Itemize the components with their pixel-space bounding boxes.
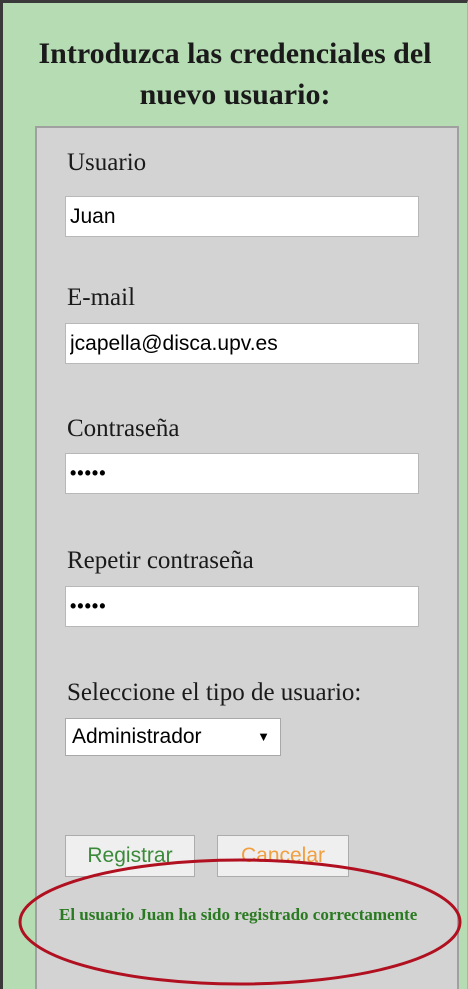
username-input[interactable]	[65, 196, 419, 237]
password-input[interactable]	[65, 453, 419, 494]
register-button[interactable]: Registrar	[65, 835, 195, 877]
registration-form: Usuario E-mail Contraseña Repetir contra…	[35, 126, 459, 989]
password-repeat-label: Repetir contraseña	[67, 547, 254, 574]
password-label: Contraseña	[67, 415, 180, 442]
cancel-button[interactable]: Cancelar	[217, 835, 349, 877]
user-type-select[interactable]: Administrador ▼	[65, 718, 281, 756]
password-repeat-input[interactable]	[65, 586, 419, 627]
username-label: Usuario	[67, 149, 147, 176]
page-container: Introduzca las credenciales del nuevo us…	[0, 0, 468, 989]
page-title: Introduzca las credenciales del nuevo us…	[38, 37, 432, 111]
email-label: E-mail	[67, 284, 136, 311]
success-message: El usuario Juan ha sido registrado corre…	[59, 905, 418, 924]
dropdown-arrow-icon: ▼	[257, 729, 270, 744]
user-type-selected-value: Administrador	[72, 725, 202, 748]
user-type-label: Seleccione el tipo de usuario:	[67, 679, 362, 706]
email-input[interactable]	[65, 323, 419, 364]
